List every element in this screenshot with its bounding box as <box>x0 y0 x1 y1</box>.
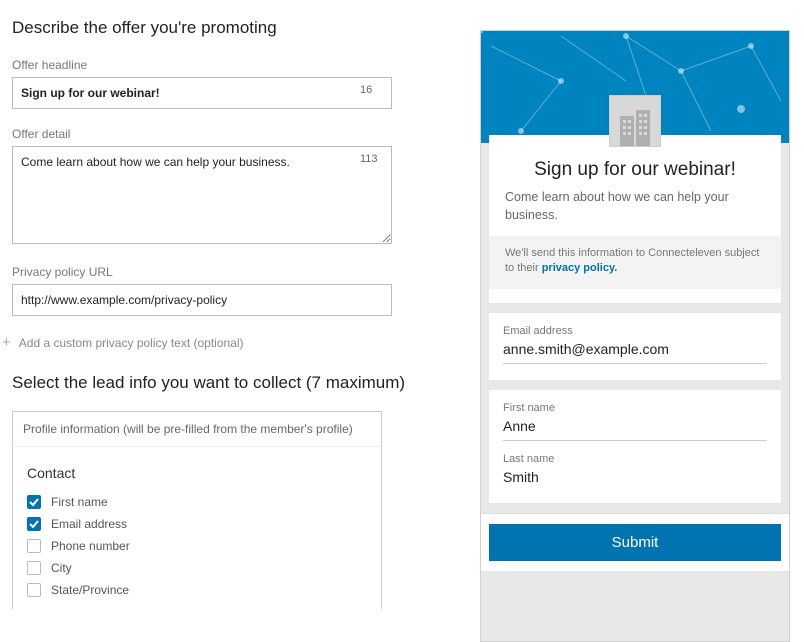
lastname-label: Last name <box>503 453 767 465</box>
checkbox-row-email-address[interactable]: Email address <box>27 517 367 531</box>
offer-headline-label: Offer headline <box>12 58 460 72</box>
offer-headline-charcount: 16 <box>360 84 372 96</box>
company-logo-placeholder <box>609 95 661 147</box>
section-title-offer: Describe the offer you're promoting <box>12 18 460 38</box>
lastname-value[interactable]: Smith <box>503 469 767 487</box>
checkbox-row-state-province[interactable]: State/Province <box>27 583 367 597</box>
offer-headline-input[interactable] <box>12 77 392 109</box>
checkbox-checked-icon[interactable] <box>27 517 41 531</box>
email-label: Email address <box>503 325 767 337</box>
preview-headline: Sign up for our webinar! <box>505 159 765 181</box>
form-editor-pane: Describe the offer you're promoting Offe… <box>0 0 480 642</box>
firstname-label: First name <box>503 402 767 414</box>
preview-name-group: First name Anne Last name Smith <box>489 390 781 503</box>
preview-card: Sign up for our webinar! Come learn abou… <box>489 135 781 303</box>
submit-button[interactable]: Submit <box>489 524 781 561</box>
checkbox-icon[interactable] <box>27 539 41 553</box>
privacy-url-label: Privacy policy URL <box>12 265 460 279</box>
field-privacy-url: Privacy policy URL <box>12 265 460 316</box>
field-offer-detail: Offer detail 113 <box>12 127 460 247</box>
preview-email-group: Email address anne.smith@example.com <box>489 313 781 380</box>
checkbox-checked-icon[interactable] <box>27 495 41 509</box>
contact-title: Contact <box>27 465 367 481</box>
contact-section: Contact First name Email address Phone num… <box>13 447 381 597</box>
plus-icon: + <box>2 334 11 351</box>
section-title-leadinfo: Select the lead info you want to collect… <box>12 373 460 393</box>
checkbox-icon[interactable] <box>27 583 41 597</box>
checkbox-label: Email address <box>51 517 127 531</box>
checkbox-label: First name <box>51 495 108 509</box>
checkbox-icon[interactable] <box>27 561 41 575</box>
building-icon <box>618 110 652 146</box>
checkbox-label: Phone number <box>51 539 130 553</box>
privacy-policy-link[interactable]: privacy policy. <box>542 262 618 274</box>
offer-detail-label: Offer detail <box>12 127 460 141</box>
privacy-url-input[interactable] <box>12 284 392 316</box>
email-value[interactable]: anne.smith@example.com <box>503 341 767 364</box>
form-preview-pane: Sign up for our webinar! Come learn abou… <box>480 30 790 642</box>
firstname-value[interactable]: Anne <box>503 418 767 441</box>
preview-disclosure: We'll send this information to Connectel… <box>489 236 781 289</box>
add-privacy-text-label: Add a custom privacy policy text (option… <box>19 336 244 350</box>
preview-detail: Come learn about how we can help your bu… <box>505 189 765 224</box>
add-privacy-text-row[interactable]: + Add a custom privacy policy text (opti… <box>12 334 460 351</box>
checkbox-label: City <box>51 561 72 575</box>
checkbox-row-city[interactable]: City <box>27 561 367 575</box>
profile-info-header: Profile information (will be pre-filled … <box>13 412 381 447</box>
submit-bar: Submit <box>481 513 789 571</box>
offer-detail-textarea[interactable] <box>12 146 392 244</box>
checkbox-row-first-name[interactable]: First name <box>27 495 367 509</box>
profile-info-box: Profile information (will be pre-filled … <box>12 411 382 609</box>
checkbox-label: State/Province <box>51 583 129 597</box>
field-offer-headline: Offer headline 16 <box>12 58 460 109</box>
checkbox-row-phone-number[interactable]: Phone number <box>27 539 367 553</box>
offer-detail-charcount: 113 <box>360 153 378 165</box>
